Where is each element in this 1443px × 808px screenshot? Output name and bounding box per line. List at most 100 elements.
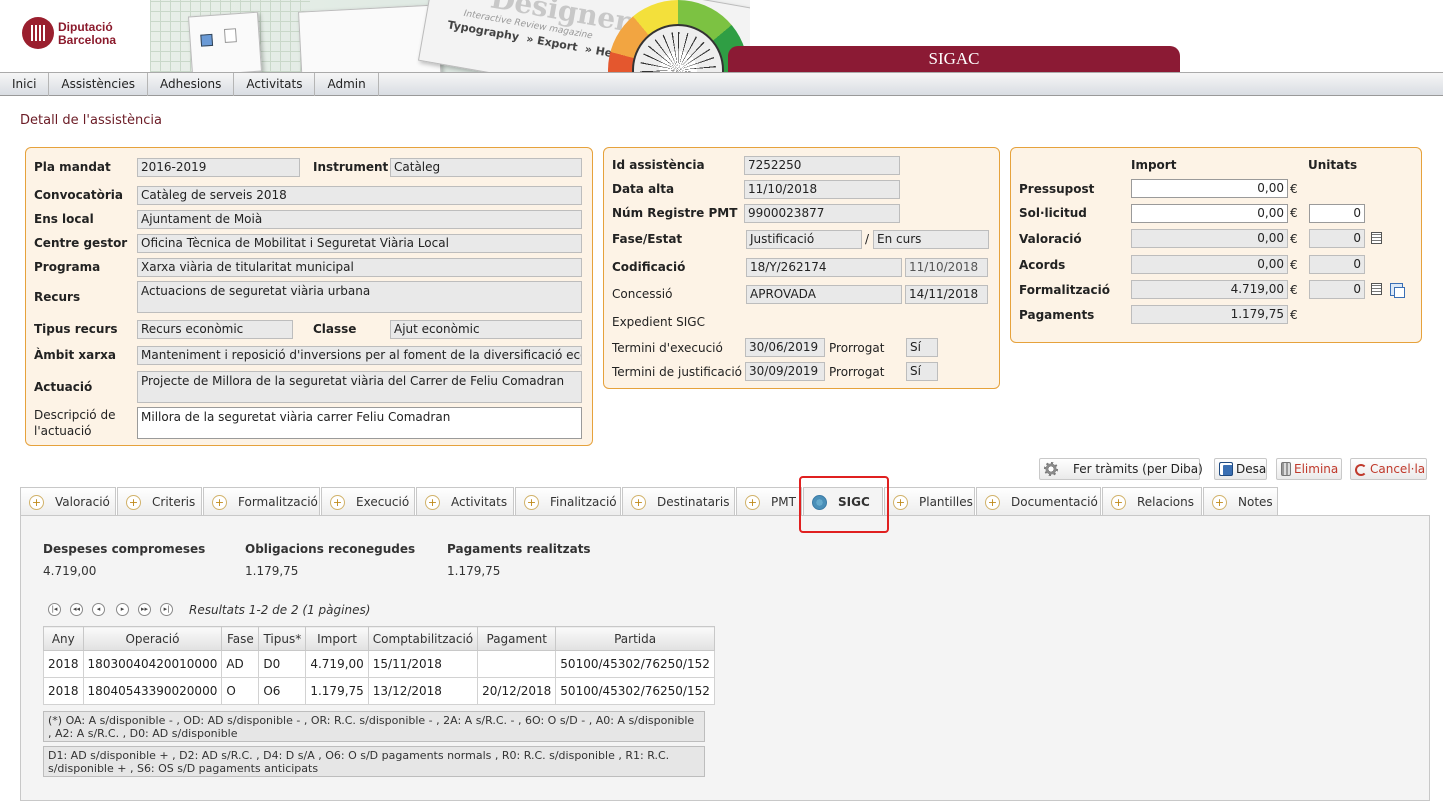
tab-documentacio[interactable]: + Documentació [976,487,1101,516]
id-field[interactable]: 7252250 [744,156,900,175]
menu-adhesions[interactable]: Adhesions [148,73,235,96]
cell-import: 1.179,75 [305,677,369,705]
tab-formalitzacio[interactable]: + Formalització [203,487,320,516]
tab-pmt[interactable]: + PMT [736,487,802,516]
concessio-field[interactable]: APROVADA [746,285,902,304]
centre-gestor-field[interactable]: Oficina Tècnica de Mobilitat i Seguretat… [137,234,582,253]
last-page-icon[interactable]: ▸| [160,603,173,616]
prorrogat-field-2[interactable]: Sí [906,362,938,381]
data-alta-label: Data alta [612,182,675,196]
obligacions-label: Obligacions reconegudes [245,542,416,556]
codificacio-label: Codificació [612,260,686,274]
tab-execucio[interactable]: + Execució [321,487,415,516]
cell-any: 2018 [43,650,84,678]
concessio-date-field[interactable]: 14/11/2018 [905,285,988,304]
tab-plantilles[interactable]: + Plantilles [884,487,975,516]
ambit-field[interactable]: Manteniment i reposició d'inversions per… [137,346,582,365]
centre-gestor-label: Centre gestor [34,236,128,250]
termini-execucio-field[interactable]: 30/06/2019 [745,338,825,357]
banner-app-icon [200,33,214,47]
col-pagament[interactable]: Pagament [477,626,557,651]
sollicitud-unitats-field[interactable]: 0 [1309,204,1365,223]
num-registre-field[interactable]: 9900023877 [744,204,900,223]
tab-relacions[interactable]: + Relacions [1102,487,1202,516]
actuacio-field[interactable]: Projecte de Millora de la seguretat viàr… [137,371,582,403]
acords-import-field[interactable]: 0,00 [1131,255,1288,274]
amounts-panel: Import Unitats Pressupost 0,00 € Sol·lic… [1010,147,1422,343]
desa-button[interactable]: Desa [1214,458,1267,480]
ens-local-field[interactable]: Ajuntament de Moià [137,210,582,229]
col-operacio[interactable]: Operació [82,626,223,651]
tab-criteris[interactable]: + Criteris [117,487,202,516]
prev-page-icon[interactable]: ◂ [92,603,105,616]
col-fase[interactable]: Fase [221,626,260,651]
copy-icon[interactable] [1390,283,1405,298]
acords-unitats-field[interactable]: 0 [1309,255,1365,274]
codificacio-field[interactable]: 18/Y/262174 [746,258,902,277]
prorrogat-field-1[interactable]: Sí [906,338,938,357]
plus-icon: + [893,495,908,510]
logo-text[interactable]: Diputació Barcelona [58,21,116,47]
tab-finalitzacio[interactable]: + Finalització [515,487,621,516]
cell-comptabilitzacio: 13/12/2018 [367,677,479,705]
menu-activitats[interactable]: Activitats [234,73,316,96]
tab-valoracio[interactable]: + Valoració [20,487,116,516]
col-tipus[interactable]: Tipus* [258,626,307,651]
tab-activitats[interactable]: + Activitats [416,487,514,516]
tab-label: Destinataris [657,495,730,509]
sigc-table: Any Operació Fase Tipus* Import Comptabi… [43,626,715,705]
fase-field[interactable]: Justificació [746,230,862,249]
descripcio-textarea[interactable]: Millora de la seguretat viària carrer Fe… [137,407,582,439]
prev-block-icon[interactable]: ◂◂ [70,603,83,616]
fer-tramits-button[interactable]: Fer tràmits (per Diba) [1039,458,1203,480]
formalitzacio-unitats-field[interactable]: 0 [1309,280,1365,299]
header: Diputació Barcelona Designer Interactive… [0,0,1443,72]
pla-mandat-field[interactable]: 2016-2019 [137,158,300,177]
pagaments-summary-value: 1.179,75 [447,564,501,578]
cancela-button[interactable]: Cancel·la [1350,458,1427,480]
cell-operacio: 18040543390020000 [82,677,223,705]
table-row[interactable]: 2018 18040543390020000 O O6 1.179,75 13/… [43,677,715,705]
codificacio-date-field[interactable]: 11/10/2018 [905,258,988,277]
col-import[interactable]: Import [305,626,369,651]
tab-notes[interactable]: + Notes [1203,487,1278,516]
programa-field[interactable]: Xarxa viària de titularitat municipal [137,258,582,277]
elimina-button[interactable]: Elimina [1276,458,1342,480]
col-comptabilitzacio[interactable]: Comptabilització [367,626,479,651]
termini-justificacio-field[interactable]: 30/09/2019 [745,362,825,381]
menu-assistencies[interactable]: Assistències [49,73,148,96]
tipus-recurs-field[interactable]: Recurs econòmic [137,320,293,339]
convocatoria-field[interactable]: Catàleg de serveis 2018 [137,186,582,205]
instrument-field[interactable]: Catàleg [390,158,582,177]
diputacio-logo-icon[interactable] [22,17,54,49]
calculator-icon[interactable] [1371,283,1382,295]
unitats-header: Unitats [1308,158,1358,172]
formalitzacio-label: Formalització [1019,283,1110,297]
tab-destinataris[interactable]: + Destinataris [622,487,735,516]
calculator-icon[interactable] [1371,232,1382,244]
tab-label: Execució [356,495,410,509]
recurs-field[interactable]: Actuacions de seguretat viària urbana [137,281,582,313]
pressupost-import-field[interactable]: 0,00 [1131,179,1288,198]
menu-inici[interactable]: Inici [0,73,50,96]
valoracio-import-field[interactable]: 0,00 [1131,229,1288,248]
cell-operacio: 18030040420010000 [82,650,223,678]
main-menu: Inici Assistències Adhesions Activitats … [0,72,1443,96]
banner-window-icon [187,11,263,72]
next-block-icon[interactable]: ▸▸ [138,603,151,616]
col-any[interactable]: Any [43,626,84,651]
col-partida[interactable]: Partida [555,626,715,651]
formalitzacio-import-field[interactable]: 4.719,00 [1131,280,1288,299]
estat-field[interactable]: En curs [873,230,989,249]
data-alta-field[interactable]: 11/10/2018 [744,180,900,199]
fase-estat-label: Fase/Estat [612,232,683,246]
first-page-icon[interactable]: |◂ [48,603,61,616]
menu-admin[interactable]: Admin [315,73,379,96]
sollicitud-import-field[interactable]: 0,00 [1131,204,1288,223]
cell-any: 2018 [43,677,84,705]
next-page-icon[interactable]: ▸ [116,603,129,616]
valoracio-unitats-field[interactable]: 0 [1309,229,1365,248]
pagaments-import-field[interactable]: 1.179,75 [1131,305,1288,324]
classe-field[interactable]: Ajut econòmic [390,320,582,339]
table-row[interactable]: 2018 18030040420010000 AD D0 4.719,00 15… [43,650,715,678]
